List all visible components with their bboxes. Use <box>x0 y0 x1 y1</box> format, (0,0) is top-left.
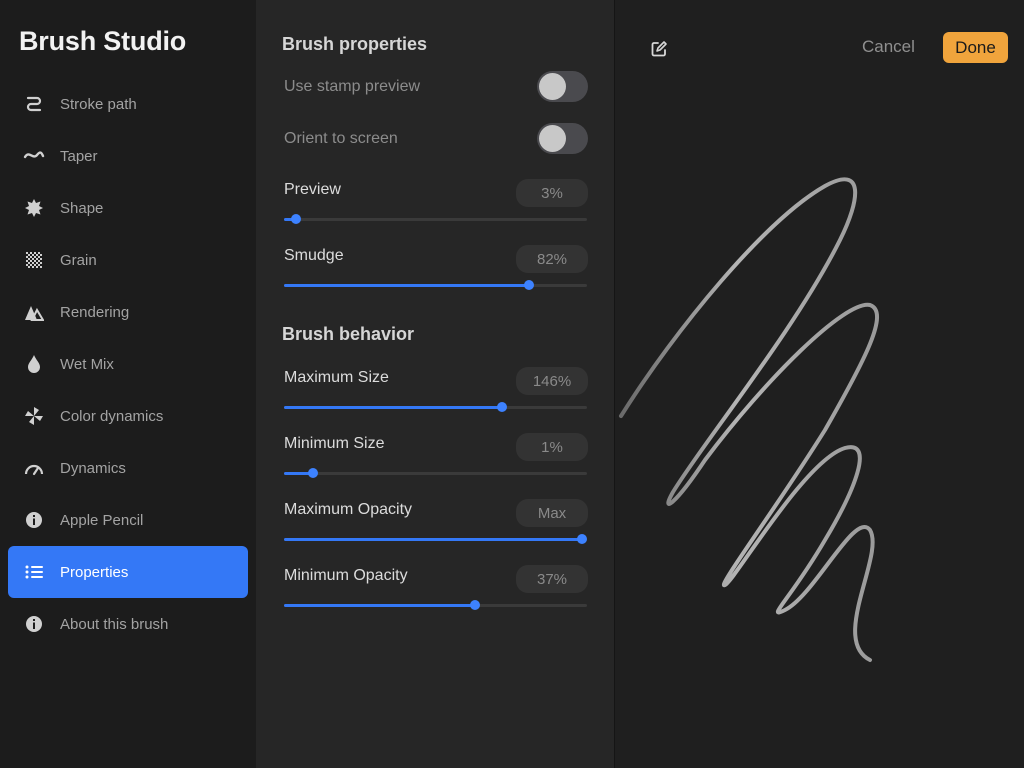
sidebar-item-label: Dynamics <box>60 459 126 477</box>
sidebar-item-stroke-path[interactable]: Stroke path <box>8 78 248 130</box>
min-size-slider-track[interactable] <box>284 468 587 478</box>
cancel-button[interactable]: Cancel <box>862 37 915 57</box>
grain-icon <box>23 249 45 271</box>
properties-panel: Brush properties Use stamp preview Orien… <box>256 0 614 768</box>
max-opacity-slider-thumb[interactable] <box>577 534 587 544</box>
sidebar-item-wet-mix[interactable]: Wet Mix <box>8 338 248 390</box>
sidebar-item-label: Wet Mix <box>60 355 114 373</box>
sidebar-item-apple-pencil[interactable]: Apple Pencil <box>8 494 248 546</box>
preview-slider-track[interactable] <box>284 214 587 224</box>
smudge-slider-fill <box>284 284 529 287</box>
sidebar-item-dynamics[interactable]: Dynamics <box>8 442 248 494</box>
brush-properties-heading: Brush properties <box>282 34 428 54</box>
preview-value[interactable]: 3% <box>516 179 588 207</box>
sidebar-item-about[interactable]: About this brush <box>8 598 248 650</box>
toggle-knob <box>539 73 566 100</box>
sidebar-item-label: Shape <box>60 199 104 217</box>
max-opacity-slider-track[interactable] <box>284 534 587 544</box>
use-stamp-preview-toggle[interactable] <box>537 71 588 102</box>
max-size-slider-fill <box>284 406 502 409</box>
smudge-slider-track[interactable] <box>284 280 587 290</box>
sidebar-item-properties[interactable]: Properties <box>8 546 248 598</box>
sidebar-item-label: Properties <box>60 563 129 581</box>
min-opacity-value[interactable]: 37% <box>516 565 588 593</box>
smudge-value[interactable]: 82% <box>516 245 588 273</box>
dynamics-icon <box>23 457 45 479</box>
sidebar-item-label: Rendering <box>60 303 130 321</box>
sidebar-item-rendering[interactable]: Rendering <box>8 286 248 338</box>
sidebar: Brush Studio Stroke path Taper Shape Gra… <box>0 0 256 768</box>
taper-icon <box>23 145 45 167</box>
min-opacity-slider-track[interactable] <box>284 600 587 610</box>
max-size-slider-row: Maximum Size 146% <box>284 367 588 412</box>
max-opacity-slider-fill <box>284 538 582 541</box>
min-opacity-slider-fill <box>284 604 475 607</box>
sidebar-nav: Stroke path Taper Shape Grain Rendering … <box>8 78 248 650</box>
min-opacity-slider-thumb[interactable] <box>470 600 480 610</box>
min-opacity-slider-row: Minimum Opacity 37% <box>284 565 588 610</box>
preview-slider-thumb[interactable] <box>291 214 301 224</box>
sidebar-item-grain[interactable]: Grain <box>8 234 248 286</box>
sidebar-item-label: About this brush <box>60 615 169 633</box>
sidebar-item-label: Stroke path <box>60 95 137 113</box>
stroke-path-icon <box>23 93 45 115</box>
shape-icon <box>23 197 45 219</box>
orient-to-screen-row: Orient to screen <box>284 123 588 154</box>
toggle-knob <box>539 125 566 152</box>
orient-to-screen-toggle[interactable] <box>537 123 588 154</box>
apple-pencil-icon <box>23 509 45 531</box>
max-size-value[interactable]: 146% <box>516 367 588 395</box>
sidebar-item-color-dynamics[interactable]: Color dynamics <box>8 390 248 442</box>
smudge-slider-row: Smudge 82% <box>284 245 588 290</box>
edit-icon[interactable] <box>650 40 668 58</box>
brush-stroke-preview <box>619 177 880 662</box>
max-opacity-slider-row: Maximum Opacity Max <box>284 499 588 544</box>
wet-mix-icon <box>23 353 45 375</box>
properties-icon <box>23 561 45 583</box>
brush-behavior-heading: Brush behavior <box>282 324 415 344</box>
min-size-slider-thumb[interactable] <box>308 468 318 478</box>
max-opacity-value[interactable]: Max <box>516 499 588 527</box>
color-dynamics-icon <box>23 405 45 427</box>
min-size-value[interactable]: 1% <box>516 433 588 461</box>
sidebar-item-label: Color dynamics <box>60 407 164 425</box>
sidebar-item-taper[interactable]: Taper <box>8 130 248 182</box>
done-button[interactable]: Done <box>943 32 1008 63</box>
about-icon <box>23 613 45 635</box>
app-title: Brush Studio <box>19 26 187 56</box>
sidebar-item-label: Grain <box>60 251 97 269</box>
sidebar-item-label: Apple Pencil <box>60 511 144 529</box>
rendering-icon <box>23 301 45 323</box>
sidebar-item-shape[interactable]: Shape <box>8 182 248 234</box>
use-stamp-preview-row: Use stamp preview <box>284 71 588 102</box>
sidebar-item-label: Taper <box>60 147 98 165</box>
min-size-slider-row: Minimum Size 1% <box>284 433 588 478</box>
smudge-slider-thumb[interactable] <box>524 280 534 290</box>
preview-slider-row: Preview 3% <box>284 179 588 224</box>
max-size-slider-track[interactable] <box>284 402 587 412</box>
max-size-slider-thumb[interactable] <box>497 402 507 412</box>
